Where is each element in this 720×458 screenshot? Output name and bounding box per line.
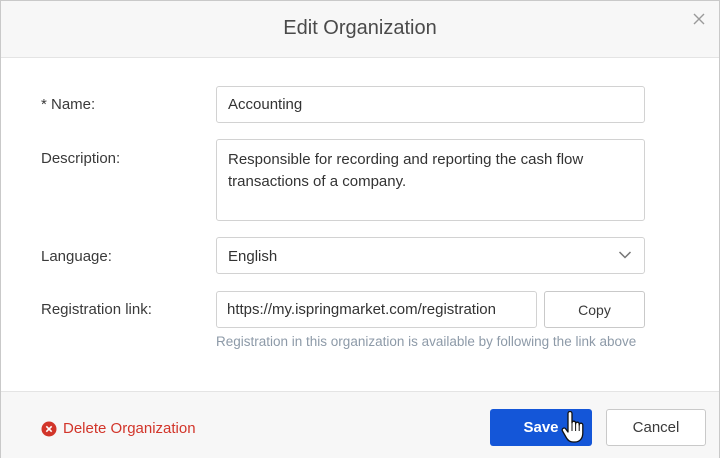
- edit-organization-dialog: Edit Organization * Name: Description: R…: [0, 0, 720, 458]
- language-select[interactable]: English: [216, 237, 645, 274]
- close-button[interactable]: [689, 9, 709, 29]
- description-label: Description:: [41, 150, 121, 167]
- delete-organization-button[interactable]: Delete Organization: [41, 420, 196, 437]
- cancel-button[interactable]: Cancel: [606, 409, 706, 446]
- dialog-title: Edit Organization: [283, 17, 437, 39]
- registration-link-label: Registration link:: [41, 301, 152, 318]
- delete-organization-label: Delete Organization: [63, 420, 196, 437]
- chevron-down-icon: [618, 251, 632, 259]
- dialog-footer: Delete Organization Save Cancel: [1, 391, 719, 458]
- name-label: * Name:: [41, 96, 96, 113]
- name-input[interactable]: [216, 86, 645, 123]
- language-label: Language:: [41, 248, 112, 265]
- language-selected-value: English: [228, 248, 278, 265]
- registration-link-field[interactable]: https://my.ispringmarket.com/registratio…: [216, 291, 537, 328]
- save-button[interactable]: Save: [490, 409, 592, 446]
- delete-circle-icon: [41, 421, 57, 436]
- description-textarea[interactable]: Responsible for recording and reporting …: [216, 139, 645, 221]
- copy-button[interactable]: Copy: [544, 291, 645, 328]
- close-icon: [693, 13, 705, 25]
- dialog-header: Edit Organization: [1, 1, 719, 58]
- registration-hint: Registration in this organization is ava…: [216, 334, 637, 349]
